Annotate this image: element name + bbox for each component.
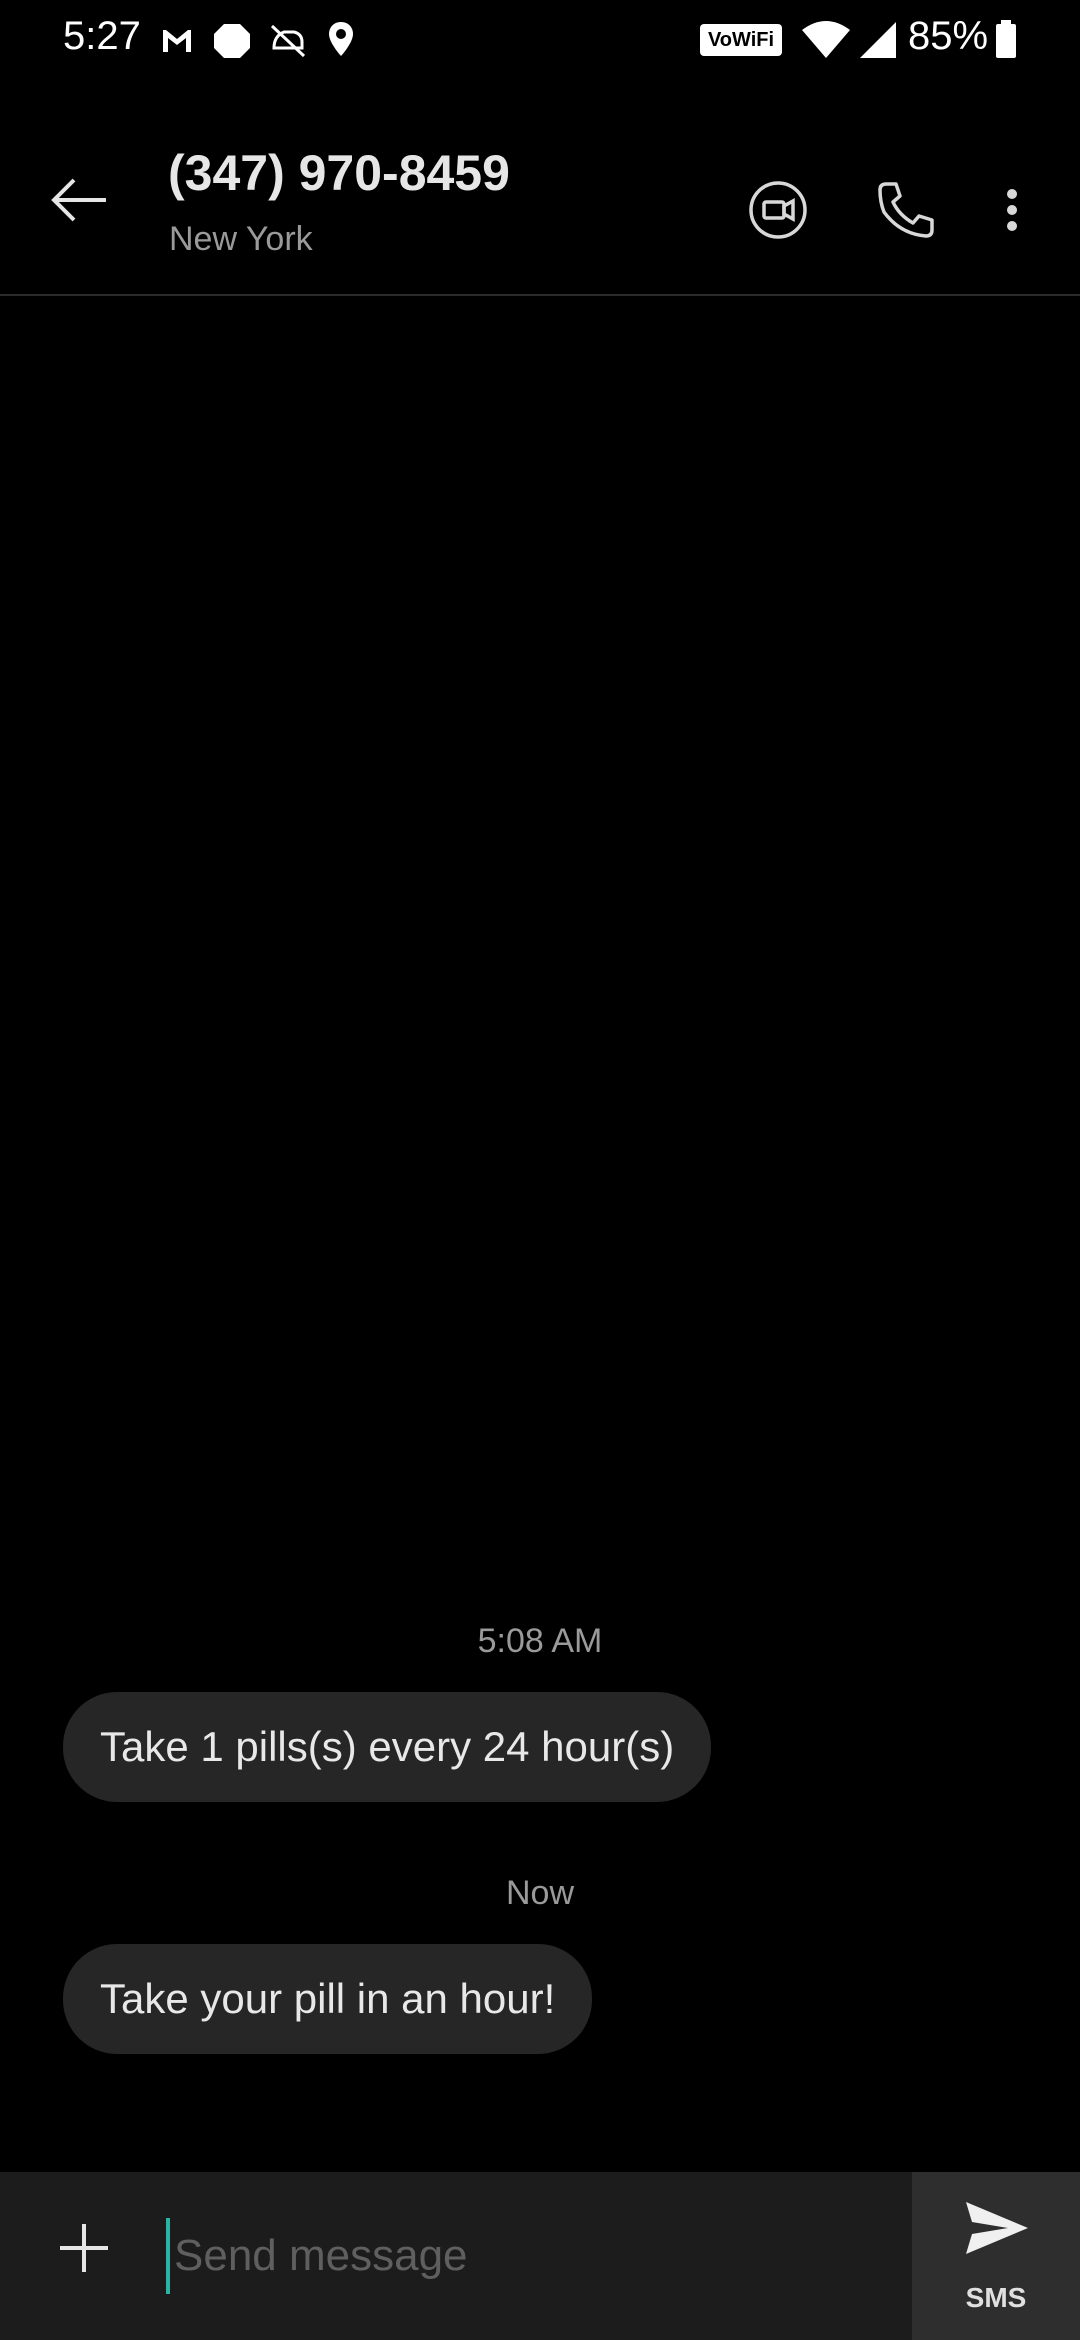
back-button[interactable] <box>40 160 120 240</box>
message-timestamp: Now <box>505 1874 575 1912</box>
incoming-message-bubble[interactable]: Take 1 pills(s) every 24 hour(s) <box>63 1692 712 1802</box>
message-timestamp: 5:08 AM <box>477 1622 603 1660</box>
battery-icon <box>994 18 1018 67</box>
video-call-icon <box>749 181 807 239</box>
plus-icon <box>60 2224 108 2272</box>
video-call-button[interactable] <box>738 170 818 250</box>
more-options-button[interactable] <box>990 170 1034 250</box>
contact-name[interactable]: (347) 970-8459 <box>168 144 510 202</box>
conversation-header: (347) 970-8459 New York <box>0 80 1080 296</box>
status-time: 5:27 <box>63 14 141 58</box>
contact-location: New York <box>169 220 313 258</box>
wifi-icon <box>800 18 852 67</box>
message-input[interactable] <box>166 2218 904 2294</box>
phone-icon <box>878 182 934 238</box>
signal-icon <box>858 18 898 67</box>
sync-off-icon <box>268 18 308 67</box>
vowifi-badge: VoWiFi <box>700 24 782 56</box>
attach-button[interactable] <box>52 2216 116 2280</box>
battery-percent: 85% <box>908 14 989 58</box>
send-label: SMS <box>965 2282 1027 2313</box>
send-icon <box>966 2202 1028 2254</box>
incoming-message-bubble[interactable]: Take your pill in an hour! <box>63 1944 593 2054</box>
send-sms-button[interactable]: SMS <box>912 2172 1080 2340</box>
status-bar: 5:27 VoWiFi 85% <box>0 0 1080 80</box>
arrow-back-icon <box>51 178 106 222</box>
gmail-icon <box>160 18 194 67</box>
app-notification-icon <box>212 18 252 67</box>
location-icon <box>326 18 356 67</box>
message-composer: SMS <box>0 2172 1080 2340</box>
more-vert-icon <box>1007 189 1017 231</box>
phone-call-button[interactable] <box>866 170 946 250</box>
